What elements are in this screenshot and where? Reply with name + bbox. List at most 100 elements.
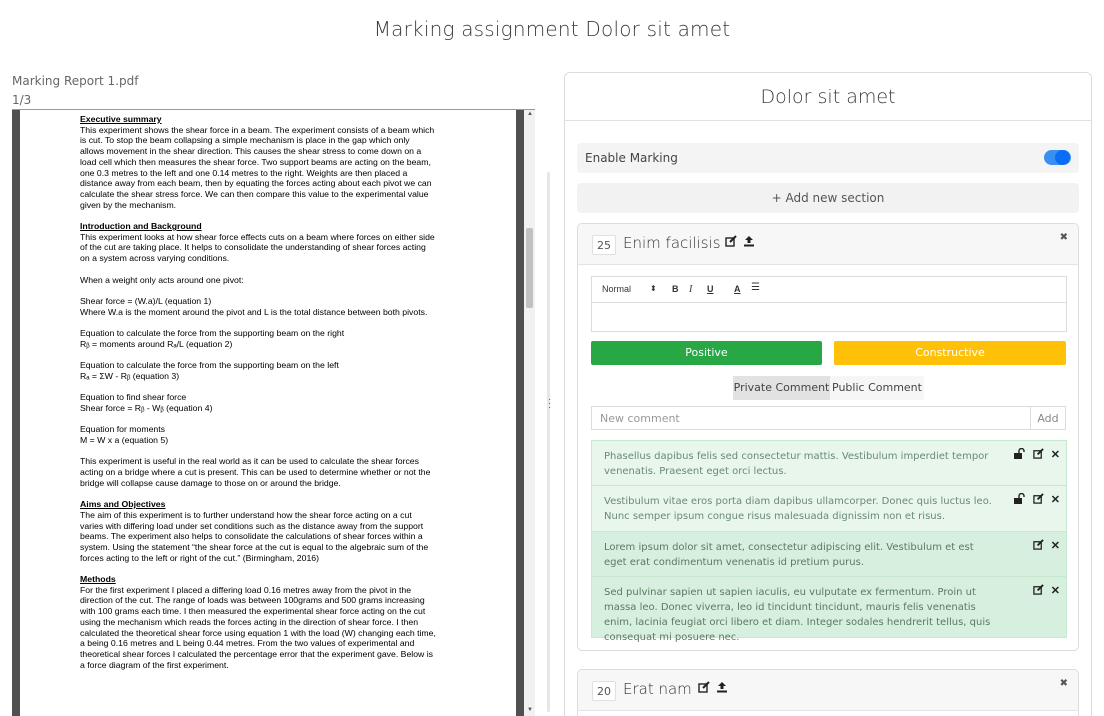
pdf-text-line: distance away from each beam, then by eq… bbox=[80, 178, 432, 189]
edit-icon[interactable] bbox=[698, 681, 710, 696]
pdf-equation-3: Equation to calculate the force from the… bbox=[80, 360, 460, 381]
pdf-heading-introduction: Introduction and Background bbox=[80, 221, 202, 232]
enable-marking-row: Enable Marking bbox=[577, 143, 1079, 173]
edit-comment-icon[interactable] bbox=[1033, 448, 1044, 462]
pdf-heading-methods: Methods bbox=[80, 574, 116, 585]
delete-comment-icon[interactable]: ✕ bbox=[1051, 539, 1060, 552]
page-scrollbar[interactable] bbox=[547, 172, 550, 712]
pdf-text-line: direction of the cut. The range of loads… bbox=[80, 595, 425, 606]
tab-private-comment[interactable]: Private Comment bbox=[733, 376, 830, 400]
positive-button[interactable]: Positive bbox=[591, 341, 822, 365]
pdf-text-line: Equation for moments bbox=[80, 424, 165, 435]
pdf-text-line: Rᵦ = moments around Rₐ/L (equation 2) bbox=[80, 338, 233, 349]
pdf-equation-4: Equation to find shear force Shear force … bbox=[80, 392, 460, 413]
pdf-text-line: This experiment looks at how shear force… bbox=[80, 231, 435, 242]
delete-comment-icon[interactable]: ✕ bbox=[1051, 584, 1060, 597]
format-select[interactable]: Normal bbox=[602, 284, 631, 294]
pdf-heading-aims: Aims and Objectives bbox=[80, 499, 166, 510]
scroll-down-icon[interactable]: ▼ bbox=[527, 707, 533, 713]
pdf-text-line: of the cut are taking place. It helps to… bbox=[80, 242, 426, 253]
delete-comment-icon[interactable]: ✕ bbox=[1051, 493, 1060, 506]
comment-text: Sed pulvinar sapien ut sapien iaculis, e… bbox=[604, 587, 991, 643]
edit-comment-icon[interactable] bbox=[1033, 539, 1044, 553]
format-caret-icon[interactable]: ⬍ bbox=[650, 284, 657, 293]
pdf-gutter-left bbox=[12, 110, 20, 716]
comment-text: Lorem ipsum dolor sit amet, consectetur … bbox=[604, 542, 974, 568]
pdf-text-line: Equation to calculate the force from the… bbox=[80, 360, 339, 371]
comment-item: Lorem ipsum dolor sit amet, consectetur … bbox=[591, 531, 1067, 577]
underline-button[interactable]: U bbox=[707, 284, 714, 294]
add-section-button[interactable]: + Add new section bbox=[577, 183, 1079, 213]
section-score[interactable]: 20 bbox=[592, 681, 616, 701]
upload-icon[interactable] bbox=[743, 235, 755, 250]
list-icon[interactable]: ☰ bbox=[751, 282, 760, 293]
edit-comment-icon[interactable] bbox=[1033, 584, 1044, 598]
enable-marking-label: Enable Marking bbox=[585, 151, 678, 165]
pdf-text-line: with 100 grams each time. I then measure… bbox=[80, 606, 426, 617]
text-color-button[interactable]: A bbox=[734, 284, 741, 294]
rich-text-editor[interactable]: Normal ⬍ B I U A ☰ bbox=[591, 276, 1067, 332]
pdf-text-line: acting on a bridge where a cut is presen… bbox=[80, 467, 431, 478]
resize-handle-icon[interactable]: · · · bbox=[548, 395, 551, 413]
pdf-text-line: is cut. To stop the beam collapsing a si… bbox=[80, 135, 410, 146]
pdf-equation-2: Equation to calculate the force from the… bbox=[80, 328, 460, 349]
pdf-paragraph-useful: This experiment is useful in the real wo… bbox=[80, 456, 460, 488]
delete-comment-icon[interactable]: ✕ bbox=[1051, 448, 1060, 461]
enable-marking-toggle[interactable] bbox=[1044, 150, 1071, 165]
pdf-text-line: Shear force = (W.a)/L (equation 1) bbox=[80, 295, 212, 306]
remove-section-icon[interactable]: ✖ bbox=[1060, 678, 1068, 689]
pdf-equation-1: Shear force = (W.a)/L (equation 1) Where … bbox=[80, 296, 460, 317]
unlock-icon[interactable] bbox=[1014, 492, 1026, 507]
pdf-text-line: forces acting to the left or right of th… bbox=[80, 552, 320, 563]
bold-button[interactable]: B bbox=[672, 284, 679, 294]
pdf-paragraph-aims: The aim of this experiment is to further… bbox=[80, 510, 460, 564]
pdf-text-line: Equation to find shear force bbox=[80, 392, 187, 403]
unlock-icon[interactable] bbox=[1014, 447, 1026, 462]
edit-comment-icon[interactable] bbox=[1033, 493, 1044, 507]
section-header: 20 Erat nam ✖ bbox=[578, 670, 1078, 711]
section-title: Erat nam bbox=[623, 680, 692, 698]
pdf-text-line: Where W.a is the moment around the pivot… bbox=[80, 306, 428, 317]
pdf-text-line: allows movement in the shear direction. … bbox=[80, 146, 422, 157]
pdf-text-line: bridge will collapse cause damage to tho… bbox=[80, 477, 341, 488]
tab-public-comment[interactable]: Public Comment bbox=[830, 376, 924, 400]
comment-item: Sed pulvinar sapien ut sapien iaculis, e… bbox=[591, 576, 1067, 643]
new-comment-input[interactable]: New comment bbox=[591, 406, 1031, 430]
page-title: Marking assignment Dolor sit amet bbox=[373, 17, 731, 41]
pdf-text-line: a being 0.16 metres and L being 0.44 met… bbox=[80, 638, 415, 649]
section-header: 25 Enim facilisis ✖ bbox=[578, 224, 1078, 265]
scroll-up-icon[interactable]: ▲ bbox=[527, 111, 533, 117]
pdf-page-content: Executive summary This experiment shows … bbox=[80, 114, 460, 681]
pdf-scroll-thumb[interactable] bbox=[526, 228, 533, 308]
italic-button[interactable]: I bbox=[689, 284, 692, 295]
pdf-text-line: beams. The experiment also helps to cons… bbox=[80, 531, 423, 542]
pdf-text-line: Equation to calculate the force from the… bbox=[80, 328, 345, 338]
pdf-viewer[interactable]: ▲ ▼ Executive summary This experiment sh… bbox=[12, 109, 535, 716]
pdf-text-line: varies with differing load under set con… bbox=[80, 520, 424, 531]
upload-icon[interactable] bbox=[716, 681, 728, 696]
section-card: 20 Erat nam ✖ bbox=[577, 669, 1079, 716]
pdf-text-line: theoretical shear forces I calculated th… bbox=[80, 649, 434, 659]
pdf-text-line: This experiment shows the shear force in… bbox=[80, 124, 435, 135]
pdf-text-line: For the first experiment I placed a diff… bbox=[80, 584, 412, 595]
pdf-text-line: This experiment is useful in the real wo… bbox=[80, 456, 419, 467]
marking-panel: Dolor sit amet Enable Marking + Add new … bbox=[564, 72, 1092, 716]
remove-section-icon[interactable]: ✖ bbox=[1060, 232, 1068, 243]
pdf-scrollbar[interactable]: ▲ ▼ bbox=[524, 110, 535, 716]
pdf-text-line: given by the mechanism. bbox=[80, 199, 177, 210]
pdf-heading-executive-summary: Executive summary bbox=[80, 114, 162, 124]
pdf-text-line: calculate the shear stress force. We can… bbox=[80, 188, 429, 199]
constructive-button[interactable]: Constructive bbox=[834, 341, 1066, 365]
section-score[interactable]: 25 bbox=[592, 235, 616, 255]
comment-text: Phasellus dapibus felis sed consectetur … bbox=[604, 451, 989, 477]
edit-icon[interactable] bbox=[725, 235, 737, 250]
pdf-text-line: on a system across varying conditions. bbox=[80, 253, 230, 264]
add-comment-button[interactable]: Add bbox=[1030, 406, 1066, 430]
comment-item: Phasellus dapibus felis sed consectetur … bbox=[591, 440, 1067, 486]
editor-toolbar: Normal ⬍ B I U A ☰ bbox=[592, 277, 1066, 303]
comment-item: Vestibulum vitae eros porta diam dapibus… bbox=[591, 485, 1067, 532]
pdf-text-line: using the mechanism which reads the forc… bbox=[80, 616, 419, 627]
pdf-text-line: Shear force = Rᵦ - Wᵦ (equation 4) bbox=[80, 402, 213, 413]
pdf-text-line: a force diagram of the first experiment. bbox=[80, 659, 229, 670]
pdf-text-line: load cell which then measures the shear … bbox=[80, 156, 431, 167]
